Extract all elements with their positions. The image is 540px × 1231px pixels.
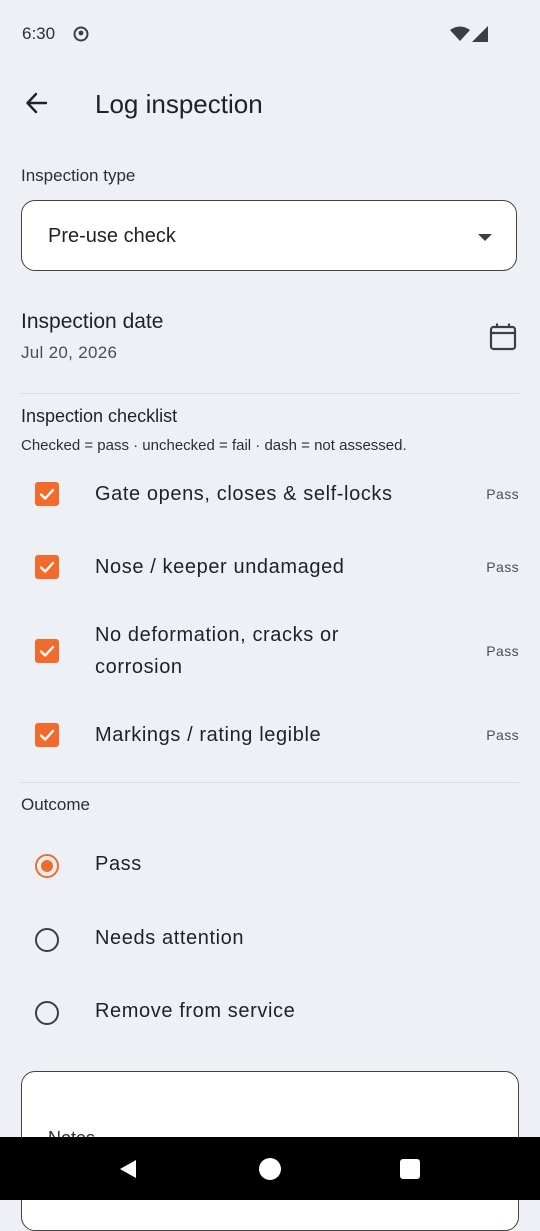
back-button[interactable] — [14, 82, 60, 128]
checklist-item-label: Gate opens, closes & self-locks — [95, 483, 393, 505]
checklist-subtitle: Checked = pass · unchecked = fail · dash… — [21, 437, 407, 454]
checklist-item-label: No deformation, cracks or corrosion — [95, 624, 339, 678]
status-icons — [450, 26, 488, 47]
checkbox-checked[interactable] — [35, 639, 59, 663]
outcome-option-label: Remove from service — [95, 1000, 296, 1022]
divider — [21, 393, 519, 394]
inspection-date-value: Jul 20, 2026 — [21, 343, 118, 362]
back-triangle-icon[interactable] — [115, 1156, 141, 1182]
checklist-item[interactable]: Nose / keeper undamaged Pass — [0, 549, 540, 589]
inspection-type-label: Inspection type — [21, 166, 136, 185]
inspection-date-row[interactable]: Inspection date Jul 20, 2026 — [0, 298, 540, 376]
inspection-type-select[interactable]: Pre-use check — [21, 200, 517, 271]
checklist-item[interactable]: No deformation, cracks or corrosion Pass — [0, 618, 540, 684]
system-nav-bar — [0, 1137, 540, 1200]
checkbox-checked[interactable] — [35, 482, 59, 506]
outcome-option-pass[interactable]: Pass — [0, 841, 540, 891]
radio-unselected[interactable] — [35, 1001, 59, 1025]
inspection-type-value: Pre-use check — [48, 225, 176, 247]
home-circle-icon[interactable] — [257, 1156, 283, 1182]
outcome-option-label: Needs attention — [95, 927, 245, 949]
arrow-left-icon — [24, 90, 50, 121]
checklist-item[interactable]: Markings / rating legible Pass — [0, 717, 540, 757]
radio-selected[interactable] — [35, 854, 59, 878]
signal-icon — [472, 26, 488, 47]
alert-icon — [73, 26, 89, 42]
checkbox-checked[interactable] — [35, 555, 59, 579]
outcome-option-remove-from-service[interactable]: Remove from service — [0, 988, 540, 1038]
radio-unselected[interactable] — [35, 928, 59, 952]
app-bar: Log inspection — [0, 70, 540, 140]
checklist-title: Inspection checklist — [21, 406, 178, 426]
calendar-icon[interactable] — [486, 320, 520, 354]
checkbox-checked[interactable] — [35, 723, 59, 747]
checklist-item-status: Pass — [486, 727, 519, 743]
checklist-item-status: Pass — [486, 486, 519, 502]
outcome-option-needs-attention[interactable]: Needs attention — [0, 915, 540, 965]
status-time: 6:30 — [22, 24, 56, 43]
checklist-item-label: Nose / keeper undamaged — [95, 556, 345, 578]
checklist-item[interactable]: Gate opens, closes & self-locks Pass — [0, 476, 540, 516]
checklist-item-status: Pass — [486, 559, 519, 575]
recents-square-icon[interactable] — [397, 1156, 423, 1182]
outcome-title: Outcome — [21, 795, 90, 814]
checklist-item-status: Pass — [486, 643, 519, 659]
checklist-item-label: Markings / rating legible — [95, 724, 322, 746]
wifi-icon — [450, 26, 470, 47]
dropdown-arrow-icon — [478, 234, 492, 241]
inspection-date-title: Inspection date — [21, 310, 164, 333]
outcome-option-label: Pass — [95, 853, 142, 875]
status-bar: 6:30 — [0, 0, 540, 68]
divider — [21, 782, 519, 783]
page-title: Log inspection — [95, 89, 263, 119]
